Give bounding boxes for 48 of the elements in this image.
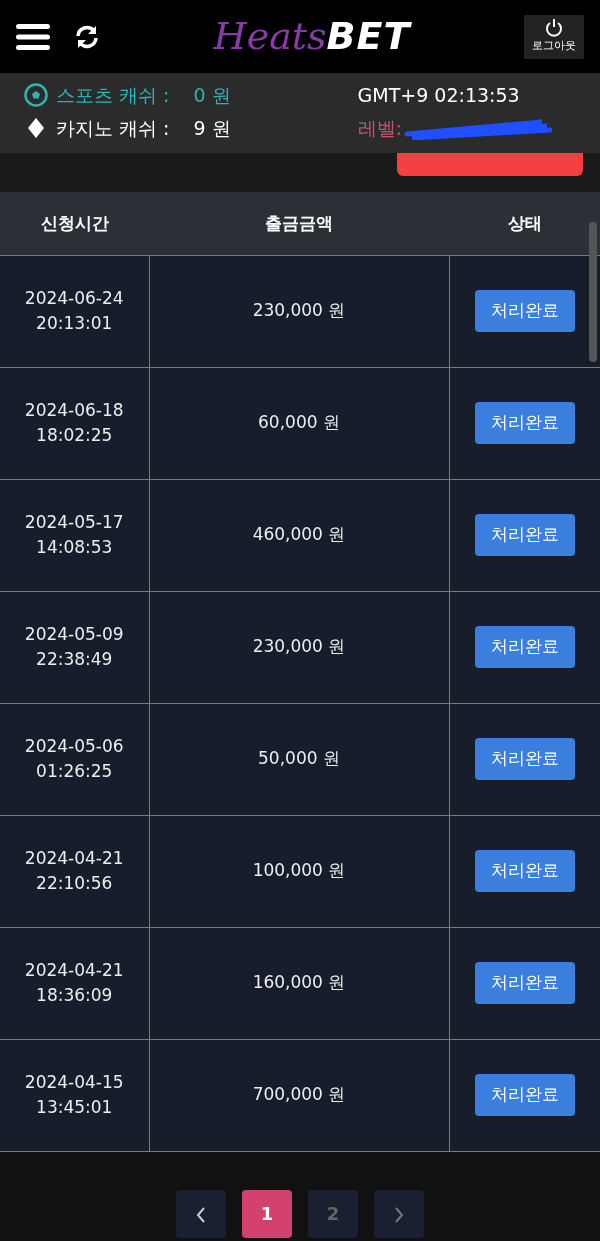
- next-page-button[interactable]: [374, 1189, 424, 1238]
- page-button[interactable]: 1: [242, 1189, 292, 1238]
- balance-amount: 0 원: [193, 83, 231, 108]
- clock-text: GMT+9 02:13:53: [357, 83, 521, 108]
- soccer-ball-icon: [24, 83, 48, 108]
- status-button[interactable]: 처리완료: [474, 738, 575, 780]
- scrollbar[interactable]: [589, 222, 597, 362]
- table-cell: 2024-06-24 20:13:01: [0, 255, 149, 367]
- table-cell: 460,000 원: [149, 479, 449, 591]
- table-cell: 2024-05-17 14:08:53: [0, 479, 149, 591]
- prev-page-button[interactable]: [176, 1189, 226, 1238]
- status-button[interactable]: 처리완료: [474, 626, 575, 668]
- table-cell: 2024-04-21 18:36:09: [0, 927, 149, 1039]
- table-cell: 2024-04-15 13:45:01: [0, 1039, 149, 1151]
- logout-button[interactable]: 로그아웃: [524, 14, 584, 59]
- menu-icon[interactable]: [16, 21, 50, 52]
- logo-script: Heats: [213, 13, 327, 60]
- logo[interactable]: HeatsBET: [213, 8, 411, 65]
- column-header: 상태: [449, 192, 600, 255]
- power-icon: [544, 18, 564, 39]
- table-cell: 2024-06-18 18:02:25: [0, 367, 149, 479]
- table-cell: 230,000 원: [149, 255, 449, 367]
- status-button[interactable]: 처리완료: [474, 402, 575, 444]
- table-cell: 700,000 원: [149, 1039, 449, 1151]
- table-cell: 2024-05-06 01:26:25: [0, 703, 149, 815]
- table-cell: 230,000 원: [149, 591, 449, 703]
- status-button[interactable]: 처리완료: [474, 514, 575, 556]
- balance-label: 카지노 캐쉬 :: [56, 115, 170, 141]
- status-button[interactable]: 처리완료: [474, 850, 575, 892]
- chevron-left-icon: [195, 1206, 207, 1224]
- table-cell: 100,000 원: [149, 815, 449, 927]
- table-cell: 160,000 원: [149, 927, 449, 1039]
- column-header: 출금금액: [149, 192, 449, 255]
- table-cell: 2024-05-09 22:38:49: [0, 591, 149, 703]
- status-button[interactable]: 처리완료: [474, 290, 575, 332]
- table-cell: 60,000 원: [149, 367, 449, 479]
- status-button[interactable]: 처리완료: [474, 1074, 575, 1116]
- balance-amount: 9 원: [193, 115, 231, 141]
- column-header: 신청시간: [0, 192, 149, 255]
- level-label: 레벨:: [357, 115, 402, 141]
- status-button[interactable]: 처리완료: [474, 962, 575, 1004]
- refresh-icon[interactable]: [74, 23, 100, 50]
- chevron-right-icon: [393, 1206, 405, 1224]
- table-cell: 2024-04-21 22:10:56: [0, 815, 149, 927]
- table-cell: 50,000 원: [149, 703, 449, 815]
- balance-label: 스포츠 캐쉬 :: [56, 83, 170, 108]
- page-button[interactable]: 2: [308, 1189, 358, 1238]
- logo-bold: BET: [326, 13, 411, 60]
